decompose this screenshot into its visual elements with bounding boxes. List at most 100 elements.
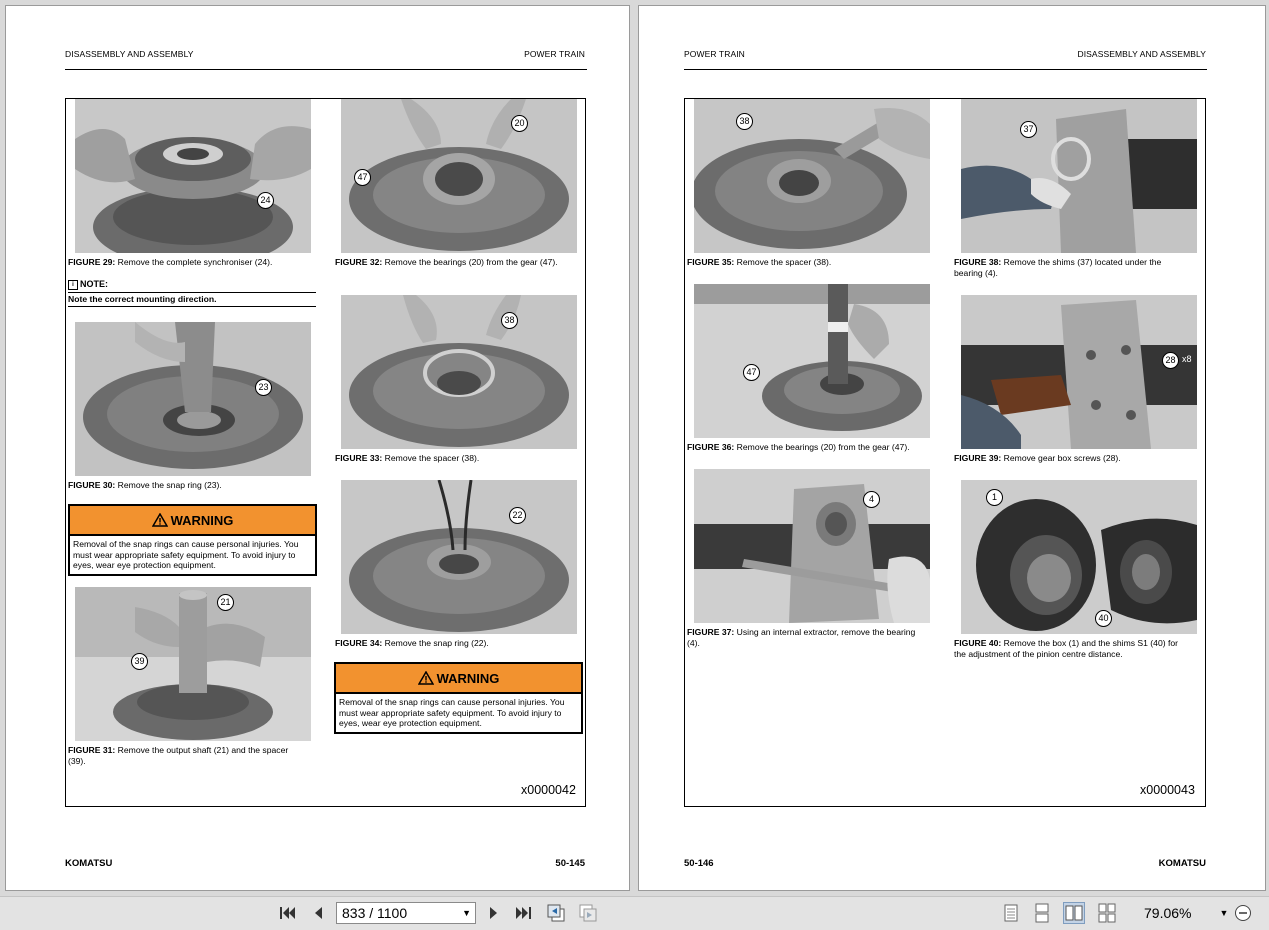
figure-34-photo [341,480,577,634]
note-rule-bottom [68,306,316,307]
footer-page-number: 50-145 [555,858,585,869]
page-header-left: POWER TRAIN [684,49,745,59]
figure-32-photo [341,99,577,253]
right-page: POWER TRAIN DISASSEMBLY AND ASSEMBLY 38 … [638,5,1266,891]
page-header-left: DISASSEMBLY AND ASSEMBLY [65,49,194,59]
figure-40-caption: FIGURE 40: Remove the box (1) and the sh… [954,638,1190,659]
page-number-value: 833 / 1100 [342,905,408,921]
header-rule [684,69,1207,70]
figure-label: FIGURE 38: [954,257,1002,267]
figure-code: x0000042 [521,783,576,797]
warning-box: WARNING Removal of the snap rings can ca… [68,504,317,576]
figure-31-caption: FIGURE 31: Remove the output shaft (21) … [68,745,304,766]
figure-36-photo [694,284,930,438]
callout-47: 47 [743,364,760,381]
zoom-dropdown-icon[interactable]: ▼ [1214,903,1234,923]
callout-23: 23 [255,379,272,396]
callout-24: 24 [257,192,274,209]
viewer-toolbar: 833 / 1100 ▼ 79.06% ▼ [0,896,1269,930]
warning-text: Removal of the snap rings can cause pers… [73,539,299,570]
figure-label: FIGURE 31: [68,745,116,755]
go-back-icon[interactable] [546,903,566,923]
figure-34-caption: FIGURE 34: Remove the snap ring (22). [335,638,571,649]
figure-text: Remove the snap ring (23). [115,480,222,490]
warning-icon [417,671,434,685]
warning-title: WARNING [170,512,234,528]
page-header-right: DISASSEMBLY AND ASSEMBLY [1077,49,1206,59]
go-forward-icon[interactable] [578,903,598,923]
figure-label: FIGURE 40: [954,638,1002,648]
figure-label: FIGURE 32: [335,257,383,267]
callout-40: 40 [1095,610,1112,627]
warning-bar: WARNING [70,506,315,536]
footer-page-number: 50-146 [684,858,714,869]
zoom-out-icon[interactable] [1233,903,1253,923]
footer-right: KOMATSU [1158,858,1206,869]
prev-page-icon[interactable] [308,903,328,923]
callout-38: 38 [736,113,753,130]
figure-label: FIGURE 35: [687,257,735,267]
figure-label: FIGURE 30: [68,480,116,490]
figure-label: FIGURE 36: [687,442,735,452]
warning-icon [151,513,168,527]
figure-39-photo [961,295,1197,449]
callout-37: 37 [1020,121,1037,138]
warning-text: Removal of the snap rings can cause pers… [339,697,565,728]
figure-text: Remove the bearings (20) from the gear (… [382,257,558,267]
callout-21: 21 [217,594,234,611]
figure-37-caption: FIGURE 37: Using an internal extractor, … [687,627,923,648]
figure-31-photo [75,587,311,741]
figure-label: FIGURE 39: [954,453,1002,463]
two-page-continuous-icon[interactable] [1097,903,1117,923]
figure-label: FIGURE 29: [68,257,116,267]
figure-38-caption: FIGURE 38: Remove the shims (37) located… [954,257,1190,278]
figure-text: Remove gear box screws (28). [1001,453,1121,463]
callout-4: 4 [863,491,880,508]
figure-33-caption: FIGURE 33: Remove the spacer (38). [335,453,571,464]
figure-29-caption: FIGURE 29: Remove the complete synchroni… [68,257,304,268]
chevron-down-icon[interactable]: ▼ [462,903,471,923]
figure-label: FIGURE 37: [687,627,735,637]
callout-28: 28 [1162,352,1179,369]
figure-label: FIGURE 33: [335,453,383,463]
figure-29-photo [75,99,311,253]
callout-38: 38 [501,312,518,329]
figure-39-caption: FIGURE 39: Remove gear box screws (28). [954,453,1190,464]
footer-left: KOMATSU [65,858,113,869]
two-page-icon[interactable] [1063,902,1085,924]
note-rule-top [68,292,316,293]
last-page-icon[interactable] [514,903,534,923]
callout-20: 20 [511,115,528,132]
figure-text: Remove the bearings (20) from the gear (… [734,442,910,452]
header-rule [65,69,587,70]
figure-30-photo [75,322,311,476]
figure-text: Remove the snap ring (22). [382,638,489,648]
quantity-label: x8 [1182,354,1192,364]
figure-32-caption: FIGURE 32: Remove the bearings (20) from… [335,257,571,268]
figure-36-caption: FIGURE 36: Remove the bearings (20) from… [687,442,923,453]
figure-text: Remove the spacer (38). [734,257,832,267]
continuous-icon[interactable] [1032,903,1052,923]
figure-label: FIGURE 34: [335,638,383,648]
zoom-level[interactable]: 79.06% [1144,905,1191,921]
note-heading: i NOTE: [68,279,108,290]
warning-box: WARNING Removal of the snap rings can ca… [334,662,583,734]
note-title: NOTE: [80,279,108,289]
next-page-icon[interactable] [484,903,504,923]
single-page-icon[interactable] [1001,903,1021,923]
warning-title: WARNING [436,670,500,686]
note-text: Note the correct mounting direction. [68,294,217,304]
page-header-right: POWER TRAIN [524,49,585,59]
first-page-icon[interactable] [277,903,297,923]
figure-33-photo [341,295,577,449]
warning-bar: WARNING [336,664,581,694]
figure-text: Remove the complete synchroniser (24). [115,257,273,267]
figure-37-photo [694,469,930,623]
page-number-input[interactable]: 833 / 1100 ▼ [336,902,476,924]
left-page: DISASSEMBLY AND ASSEMBLY POWER TRAIN 24 … [5,5,630,891]
figure-text: Remove the spacer (38). [382,453,480,463]
callout-47: 47 [354,169,371,186]
callout-39: 39 [131,653,148,670]
figure-35-caption: FIGURE 35: Remove the spacer (38). [687,257,923,268]
figure-35-photo [694,99,930,253]
